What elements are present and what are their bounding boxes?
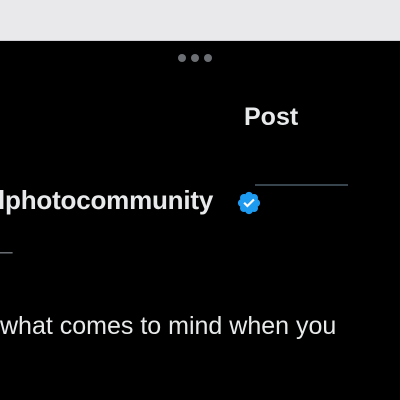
dot bbox=[191, 54, 199, 62]
dot bbox=[178, 54, 186, 62]
author-handle[interactable]: t_ bbox=[0, 229, 12, 255]
page-title: Post bbox=[244, 103, 299, 131]
verified-badge-icon bbox=[237, 191, 261, 215]
more-horizontal-icon[interactable] bbox=[178, 52, 214, 64]
header-divider bbox=[255, 184, 348, 186]
dot bbox=[204, 54, 212, 62]
post-text: what comes to mind when you bbox=[0, 312, 337, 340]
browser-top-bar bbox=[0, 0, 400, 41]
app-frame: Post lphotocommunity t_ what comes to mi… bbox=[0, 0, 400, 400]
author-display-name[interactable]: lphotocommunity bbox=[0, 185, 213, 216]
